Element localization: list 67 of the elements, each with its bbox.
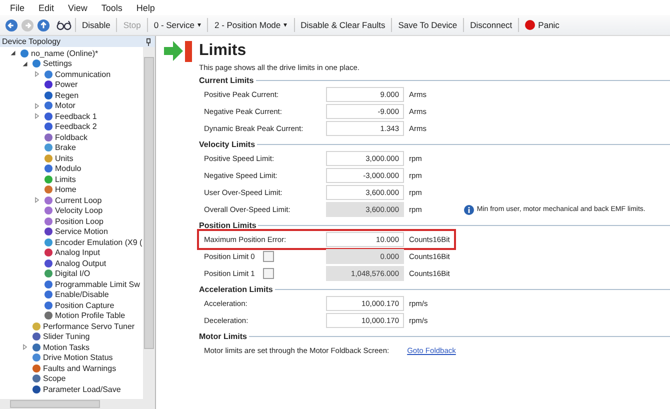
arrow-barrier-icon [164,38,194,64]
tree-item[interactable]: Encoder Emulation (X9 ( [55,238,142,247]
menu-item[interactable]: View [62,2,94,12]
tree-item[interactable]: Service Motion [55,227,108,236]
back-icon[interactable] [5,18,18,32]
checkbox[interactable] [262,251,274,262]
tree-item[interactable]: Home [55,185,76,194]
toolbar-button[interactable]: Disconnect [467,18,516,32]
menu-item[interactable]: Help [130,2,161,12]
tree-item[interactable]: Modulo [55,164,82,174]
tree-item[interactable]: Brake [55,143,76,152]
tree-item[interactable]: Scope [43,374,66,384]
tree-item[interactable]: Power [55,80,78,90]
up-icon[interactable] [37,18,50,32]
menu-item[interactable]: File [4,2,31,12]
expand-icon[interactable] [34,113,40,120]
toolbar-button[interactable]: Save To Device [395,18,460,32]
group-title: Velocity Limits [199,140,256,149]
panel-title: Device Topology [2,37,61,46]
tree-item[interactable]: Units [55,154,74,163]
tree-item[interactable]: Programmable Limit Sw [55,280,140,289]
tree-item[interactable]: Digital I/O [55,269,90,278]
menu-item[interactable]: Edit [32,2,60,12]
scrollbar[interactable] [143,47,155,399]
collapse-icon[interactable] [22,60,28,67]
tree-item[interactable]: Limits [55,174,76,184]
expand-icon[interactable] [34,197,40,204]
tree-item[interactable]: Parameter Load/Save [43,384,121,394]
collapse-icon[interactable] [10,50,16,56]
expand-icon[interactable] [34,102,40,109]
tree-item[interactable]: Current Loop [55,196,102,205]
group-title: Motor Limits [199,332,247,341]
page-title: Limits [199,42,246,60]
expand-icon[interactable] [34,71,40,78]
menu-item[interactable]: Tools [95,2,128,12]
pin-icon[interactable] [146,38,151,46]
tree-item[interactable]: Faults and Warnings [43,364,116,373]
group-title: Acceleration Limits [199,285,273,294]
tree-item[interactable]: Slider Tuning [43,332,90,342]
tree-item[interactable]: Analog Input [55,248,100,258]
tree-item[interactable]: Position Loop [55,216,104,226]
tree-item[interactable]: Communication [55,70,111,79]
tree-item[interactable]: Performance Servo Tuner [43,322,135,331]
tree-item[interactable]: Drive Motion Status [43,353,113,362]
checkbox[interactable] [262,268,274,279]
tree-item[interactable]: Motor [55,101,76,110]
tree-item[interactable]: Analog Output [55,258,106,268]
tree-item[interactable]: Position Capture [55,300,114,310]
panic-button[interactable]: Panic [522,18,562,32]
expand-icon[interactable] [22,344,28,350]
group-title: Current Limits [199,76,254,85]
tree-item[interactable]: Settings [43,59,72,68]
tree-item[interactable]: Velocity Loop [55,206,103,216]
toolbar-button[interactable]: Disable & Clear Faults [298,18,388,32]
tree-item[interactable]: Motion Tasks [43,342,90,352]
tree-item[interactable]: Enable/Disable [55,290,109,300]
glasses-icon[interactable] [56,20,72,30]
group-title: Position Limits [199,221,256,230]
tree-item[interactable]: Motion Profile Table [55,311,126,320]
tree-item[interactable]: Feedback 2 [55,122,97,132]
toolbar-button[interactable]: Disable [79,18,114,32]
tree-item[interactable]: Regen [55,90,79,100]
tree-item[interactable]: Foldback [55,132,88,142]
scrollbar[interactable] [0,399,155,409]
tree-item[interactable]: Feedback 1 [55,112,97,121]
tree-item[interactable]: no_name (Online)* [31,48,98,58]
info-icon [464,204,474,214]
